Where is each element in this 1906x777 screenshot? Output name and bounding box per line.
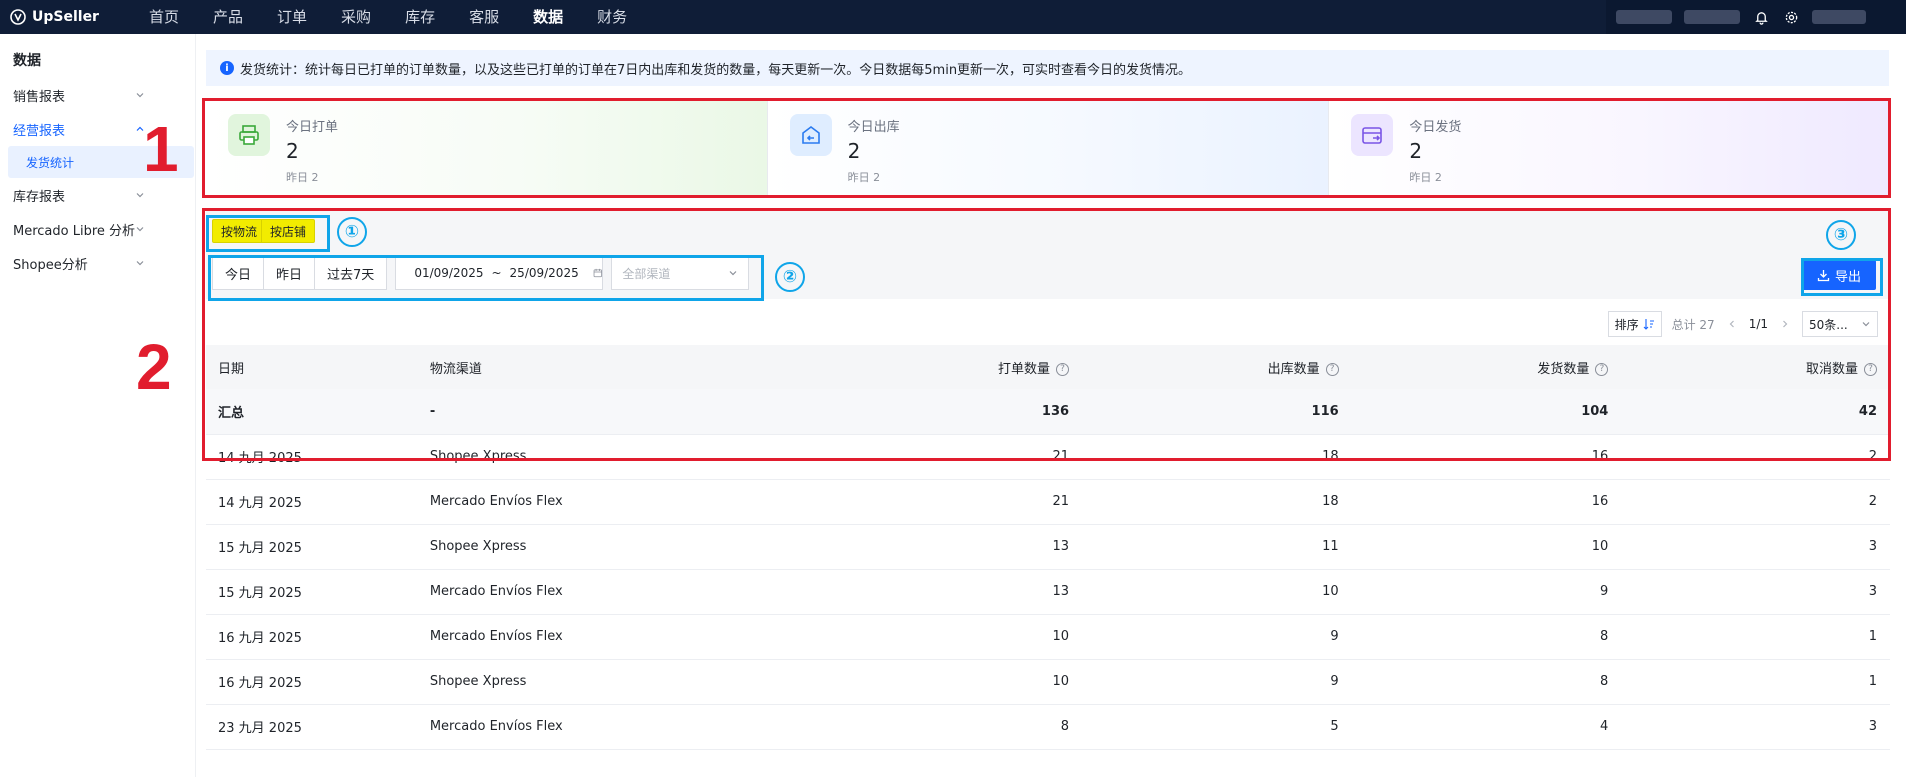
bell-icon[interactable] [1752,8,1770,26]
cell-date: 16 九月 2025 [218,676,302,691]
blurred-account-info-2 [1684,10,1740,24]
blurred-user-avatar[interactable] [1812,10,1866,24]
annotation-circle-3: ③ [1826,220,1856,250]
blurred-account-info [1616,10,1672,24]
cell-outbound: 5 [1330,719,1339,734]
cell-channel: Shopee Xpress [429,539,527,554]
annotation-box-blue-2 [208,255,764,301]
cell-shipped: 10 [1591,539,1609,554]
cell-date: 14 九月 2025 [218,496,302,511]
nav-item-products[interactable]: 产品 [196,0,260,34]
cell-cancelled: 3 [1868,584,1877,599]
cell-date: 15 九月 2025 [218,541,302,556]
annotation-circle-2: ② [775,262,805,292]
cell-cancelled: 2 [1868,494,1877,509]
annotation-box-red-1 [202,98,1891,198]
table-row: 16 九月 2025 Mercado Envíos Flex 10 9 8 1 [206,614,1890,659]
nav-item-orders[interactable]: 订单 [260,0,324,34]
nav-item-inventory[interactable]: 库存 [388,0,452,34]
sidebar-item-label: Shopee分析 [13,257,88,273]
nav-item-home[interactable]: 首页 [132,0,196,34]
cell-cancelled: 3 [1868,719,1877,734]
cell-shipped: 8 [1600,629,1609,644]
table-row: 15 九月 2025 Mercado Envíos Flex 13 10 9 3 [206,569,1890,614]
annotation-circle-1: ① [337,217,367,247]
cell-cancelled: 1 [1868,674,1877,689]
table-row: 14 九月 2025 Mercado Envíos Flex 21 18 16 … [206,479,1890,524]
sidebar-item-label: 经营报表 [13,123,66,139]
annotation-box-blue-3 [1801,258,1883,296]
cell-channel: Mercado Envíos Flex [429,494,563,509]
nav-item-service[interactable]: 客服 [452,0,516,34]
chevron-down-icon [136,193,144,198]
chevron-down-icon [136,93,144,98]
nav-item-finance[interactable]: 财务 [580,0,644,34]
annotation-number-1: 1 [143,113,179,185]
cell-printed: 13 [1052,584,1070,599]
cell-shipped: 4 [1600,719,1609,734]
cell-channel: Shopee Xpress [429,674,527,689]
table-row: 16 九月 2025 Shopee Xpress 10 9 8 1 [206,659,1890,704]
logo-text: UpSeller [32,9,99,25]
cell-date: 23 九月 2025 [218,721,302,736]
nav-item-purchase[interactable]: 采购 [324,0,388,34]
cell-printed: 10 [1052,629,1070,644]
sidebar-item-label: 库存报表 [13,189,66,205]
cell-printed: 13 [1052,539,1070,554]
notice-text: 发货统计：统计每日已打单的订单数量，以及这些已打单的订单在7日内出库和发货的数量… [240,62,1192,78]
cell-cancelled: 1 [1868,629,1877,644]
info-notice: i 发货统计：统计每日已打单的订单数量，以及这些已打单的订单在7日内出库和发货的… [206,50,1889,86]
cell-printed: 8 [1060,719,1070,734]
sidebar-item-label: Mercado Libre 分析 [13,223,136,239]
annotation-box-blue-1 [206,215,330,252]
cell-shipped: 16 [1591,494,1609,509]
cell-channel: Mercado Envíos Flex [429,629,563,644]
cell-date: 15 九月 2025 [218,586,302,601]
top-right-area [1606,0,1906,34]
cell-printed: 10 [1052,674,1070,689]
nav-item-data[interactable]: 数据 [516,0,580,34]
chevron-down-icon [136,261,144,266]
sidebar-item-shopee-analysis[interactable]: Shopee分析 [0,246,195,280]
cell-printed: 21 [1052,494,1070,509]
cell-cancelled: 3 [1868,539,1877,554]
sidebar-title: 数据 [13,53,41,69]
annotation-box-red-2 [202,208,1891,461]
cell-outbound: 18 [1322,494,1339,509]
cell-shipped: 8 [1600,674,1609,689]
logo[interactable]: UpSeller [10,9,120,25]
table-row: 23 九月 2025 Mercado Envíos Flex 8 5 4 3 [206,704,1890,749]
cell-channel: Mercado Envíos Flex [429,584,563,599]
info-icon: i [220,61,234,75]
cell-channel: Mercado Envíos Flex [429,719,563,734]
table-row: 15 九月 2025 Shopee Xpress 13 11 10 3 [206,524,1890,569]
top-nav-bar: UpSeller 首页 产品 订单 采购 库存 客服 数据 财务 [0,0,1906,34]
cell-date: 16 九月 2025 [218,631,302,646]
cell-outbound: 9 [1330,674,1339,689]
chevron-down-icon [136,227,144,232]
main-nav: 首页 产品 订单 采购 库存 客服 数据 财务 [132,0,644,34]
cell-outbound: 11 [1322,539,1339,554]
sidebar-item-sales-report[interactable]: 销售报表 [0,78,195,112]
annotation-number-2: 2 [136,331,172,403]
gear-icon[interactable] [1782,8,1800,26]
sidebar-item-mercado-analysis[interactable]: Mercado Libre 分析 [0,212,195,246]
cell-shipped: 9 [1600,584,1609,599]
cell-outbound: 9 [1330,629,1339,644]
cell-outbound: 10 [1322,584,1339,599]
upseller-logo-icon [10,9,26,25]
sidebar-item-label: 销售报表 [13,89,66,105]
